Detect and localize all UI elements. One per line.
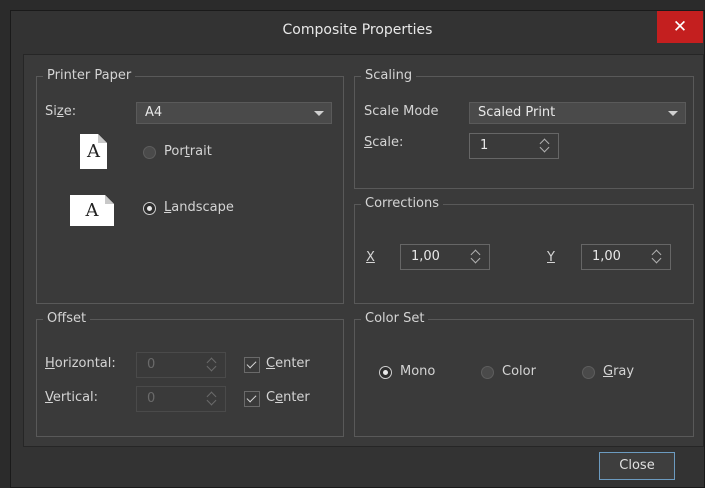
x-correction-spinner[interactable]: 1,00 <box>400 244 490 270</box>
landscape-label[interactable]: Landscape <box>164 200 234 215</box>
scale-spinner[interactable]: 1 <box>469 133 559 159</box>
dialog-body: Printer Paper Size: A4 A Portrait A Land… <box>23 54 704 447</box>
title-bar[interactable]: Composite Properties ✕ <box>11 11 704 51</box>
spinner-icon[interactable] <box>206 356 217 374</box>
spinner-icon[interactable] <box>539 137 550 155</box>
close-icon: ✕ <box>672 17 688 37</box>
landscape-paper-glyph: A <box>85 200 99 221</box>
corrections-legend: Corrections <box>361 195 444 213</box>
scale-mode-value: Scaled Print <box>478 105 556 120</box>
mono-radio[interactable] <box>379 366 392 379</box>
gray-label[interactable]: Gray <box>603 364 634 379</box>
horizontal-center-checkbox[interactable] <box>244 357 260 373</box>
scale-value: 1 <box>480 138 489 153</box>
horizontal-label: Horizontal: <box>45 356 116 371</box>
size-label: Size: <box>45 104 77 119</box>
gray-radio[interactable] <box>582 366 595 379</box>
size-value: A4 <box>145 105 163 120</box>
landscape-paper-icon: A <box>70 195 114 226</box>
corrections-group: Corrections X 1,00 Y 1,00 <box>354 195 694 304</box>
horizontal-offset-spinner[interactable]: 0 <box>136 352 226 378</box>
close-window-button[interactable]: ✕ <box>657 11 703 43</box>
portrait-paper-icon: A <box>80 134 107 169</box>
vertical-center-label[interactable]: Center <box>266 390 310 405</box>
size-dropdown[interactable]: A4 <box>136 102 332 124</box>
y-correction-value: 1,00 <box>592 249 621 264</box>
vertical-label: Vertical: <box>45 390 99 405</box>
chevron-down-icon <box>314 111 324 116</box>
horizontal-offset-value: 0 <box>147 357 156 372</box>
offset-group: Offset Horizontal: 0 Center Vertical: 0 … <box>36 310 344 437</box>
scaling-legend: Scaling <box>361 67 417 85</box>
portrait-radio[interactable] <box>143 146 156 159</box>
chevron-down-icon <box>668 111 678 116</box>
dialog-window: Composite Properties ✕ Printer Paper Siz… <box>10 10 705 488</box>
vertical-center-checkbox[interactable] <box>244 391 260 407</box>
scale-label: Scale: <box>364 135 404 150</box>
y-correction-spinner[interactable]: 1,00 <box>581 244 671 270</box>
vertical-offset-value: 0 <box>147 391 156 406</box>
color-radio[interactable] <box>481 366 494 379</box>
x-correction-value: 1,00 <box>411 249 440 264</box>
spinner-icon[interactable] <box>470 248 481 266</box>
mono-label[interactable]: Mono <box>400 364 435 379</box>
spinner-icon[interactable] <box>206 390 217 408</box>
window-title: Composite Properties <box>282 22 433 38</box>
printer-paper-group: Printer Paper Size: A4 A Portrait A Land… <box>36 67 344 304</box>
landscape-radio[interactable] <box>143 202 156 215</box>
scale-mode-dropdown[interactable]: Scaled Print <box>469 102 686 124</box>
y-label: Y <box>547 250 555 265</box>
vertical-offset-spinner[interactable]: 0 <box>136 386 226 412</box>
color-set-legend: Color Set <box>361 310 429 328</box>
spinner-icon[interactable] <box>651 248 662 266</box>
horizontal-center-label[interactable]: Center <box>266 356 310 371</box>
scaling-group: Scaling Scale Mode Scaled Print Scale: 1 <box>354 67 694 189</box>
color-label[interactable]: Color <box>502 364 536 379</box>
close-button[interactable]: Close <box>599 452 675 480</box>
offset-legend: Offset <box>43 310 91 328</box>
scale-mode-label: Scale Mode <box>364 104 439 119</box>
printer-paper-legend: Printer Paper <box>43 67 136 85</box>
color-set-group: Color Set Mono Color Gray <box>354 310 694 437</box>
x-label: X <box>366 250 375 265</box>
portrait-paper-glyph: A <box>87 141 100 162</box>
portrait-label[interactable]: Portrait <box>164 144 212 159</box>
